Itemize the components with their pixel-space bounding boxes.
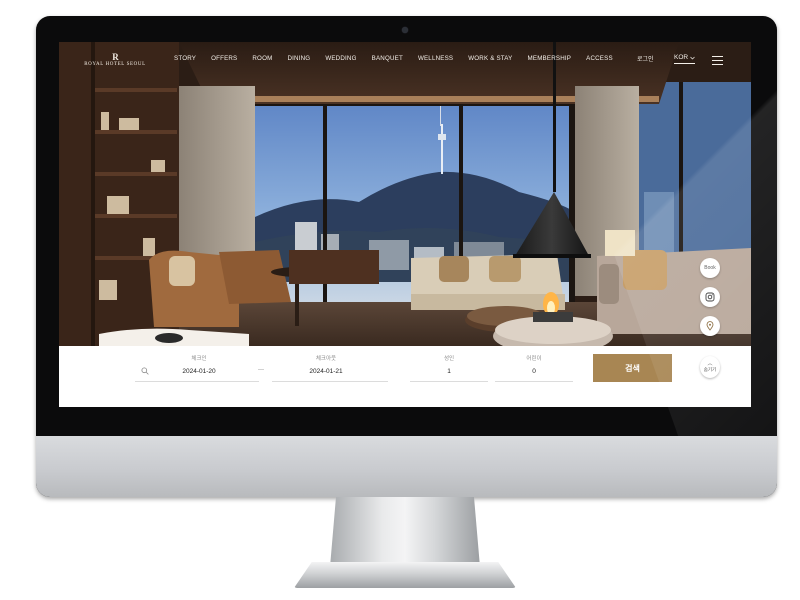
adults-count[interactable]: 1: [429, 368, 469, 375]
hero-lounge-illustration: [59, 42, 751, 346]
adults-underline: [410, 381, 488, 382]
camera-icon: [402, 27, 408, 33]
logo-text: ROYAL HOTEL SEOUL: [84, 62, 146, 67]
nav-item-wellness[interactable]: WELLNESS: [418, 55, 453, 62]
nav-item-wedding[interactable]: WEDDING: [325, 55, 356, 62]
search-button[interactable]: 검색: [593, 354, 672, 382]
checkout-underline: [272, 381, 388, 382]
nav-item-work-stay[interactable]: WORK & STAY: [468, 55, 512, 62]
nav-item-offers[interactable]: OFFERS: [211, 55, 237, 62]
nav-item-dining[interactable]: DINING: [287, 55, 310, 62]
search-icon: [141, 367, 149, 375]
date-separator: —: [258, 367, 264, 373]
checkin-underline: [135, 381, 259, 382]
search-button-label: 검색: [625, 363, 640, 373]
hide-booking-button[interactable]: ︿ 숨기기: [700, 356, 720, 378]
map-pin-icon: [706, 321, 714, 331]
nav-item-access[interactable]: ACCESS: [586, 55, 613, 62]
logo-mark: R: [112, 52, 119, 62]
checkout-label: 체크아웃: [315, 356, 337, 362]
children-count[interactable]: 0: [514, 368, 554, 375]
nav-item-story[interactable]: STORY: [174, 55, 196, 62]
checkin-label: 체크인: [191, 356, 207, 362]
book-label: Book: [704, 265, 716, 271]
monitor-stand-foot: [294, 562, 516, 588]
language-selector[interactable]: KOR: [674, 54, 696, 64]
language-label: KOR: [674, 54, 689, 61]
monitor-stand-neck: [330, 497, 480, 567]
main-nav: STORY OFFERS ROOM DINING WEDDING BANQUET…: [174, 55, 628, 62]
instagram-button[interactable]: [700, 287, 720, 307]
map-button[interactable]: [700, 316, 720, 336]
book-button[interactable]: Book: [700, 258, 720, 278]
website-screen: R ROYAL HOTEL SEOUL STORY OFFERS ROOM DI…: [59, 42, 751, 407]
children-underline: [495, 381, 573, 382]
children-label: 어린이: [526, 356, 542, 362]
checkout-date[interactable]: 2024-01-21: [296, 368, 356, 375]
checkin-date[interactable]: 2024-01-20: [169, 368, 229, 375]
hotel-logo[interactable]: R ROYAL HOTEL SEOUL: [83, 52, 147, 74]
login-link[interactable]: 로그인: [637, 54, 654, 63]
hamburger-menu-icon[interactable]: [712, 56, 723, 65]
instagram-icon: [705, 292, 715, 302]
monitor-chin: [36, 436, 777, 497]
hero-image: [59, 42, 751, 346]
adults-label: 성인: [443, 356, 455, 362]
nav-item-banquet[interactable]: BANQUET: [372, 55, 403, 62]
nav-item-membership[interactable]: MEMBERSHIP: [528, 55, 572, 62]
site-header: R ROYAL HOTEL SEOUL STORY OFFERS ROOM DI…: [59, 42, 751, 78]
hide-label: 숨기기: [703, 366, 717, 372]
chevron-down-icon: [690, 56, 695, 59]
nav-item-room[interactable]: ROOM: [252, 55, 272, 62]
